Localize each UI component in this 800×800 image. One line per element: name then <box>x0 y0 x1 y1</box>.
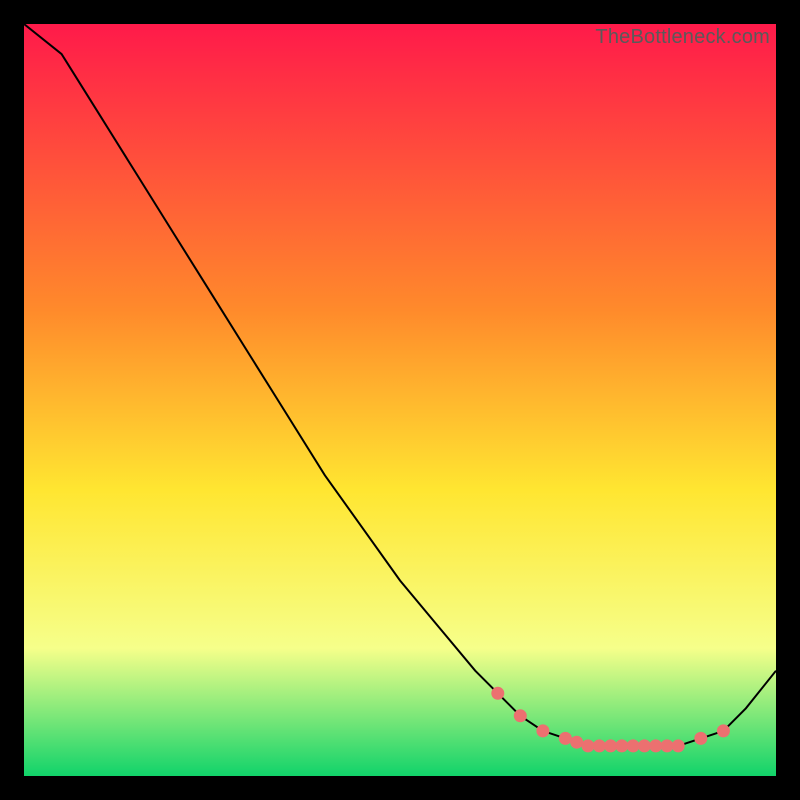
watermark-text: TheBottleneck.com <box>595 26 770 49</box>
curve-marker <box>593 740 605 752</box>
chart-background <box>24 24 776 776</box>
curve-marker <box>559 732 571 744</box>
curve-marker <box>661 740 673 752</box>
curve-marker <box>616 740 628 752</box>
curve-marker <box>492 687 504 699</box>
curve-marker <box>627 740 639 752</box>
curve-marker <box>672 740 684 752</box>
curve-marker <box>717 725 729 737</box>
curve-marker <box>537 725 549 737</box>
curve-marker <box>582 740 594 752</box>
curve-marker <box>638 740 650 752</box>
chart-frame: TheBottleneck.com <box>24 24 776 776</box>
curve-marker <box>650 740 662 752</box>
curve-marker <box>571 736 583 748</box>
curve-marker <box>605 740 617 752</box>
curve-marker <box>695 732 707 744</box>
curve-marker <box>514 710 526 722</box>
chart-svg <box>24 24 776 776</box>
